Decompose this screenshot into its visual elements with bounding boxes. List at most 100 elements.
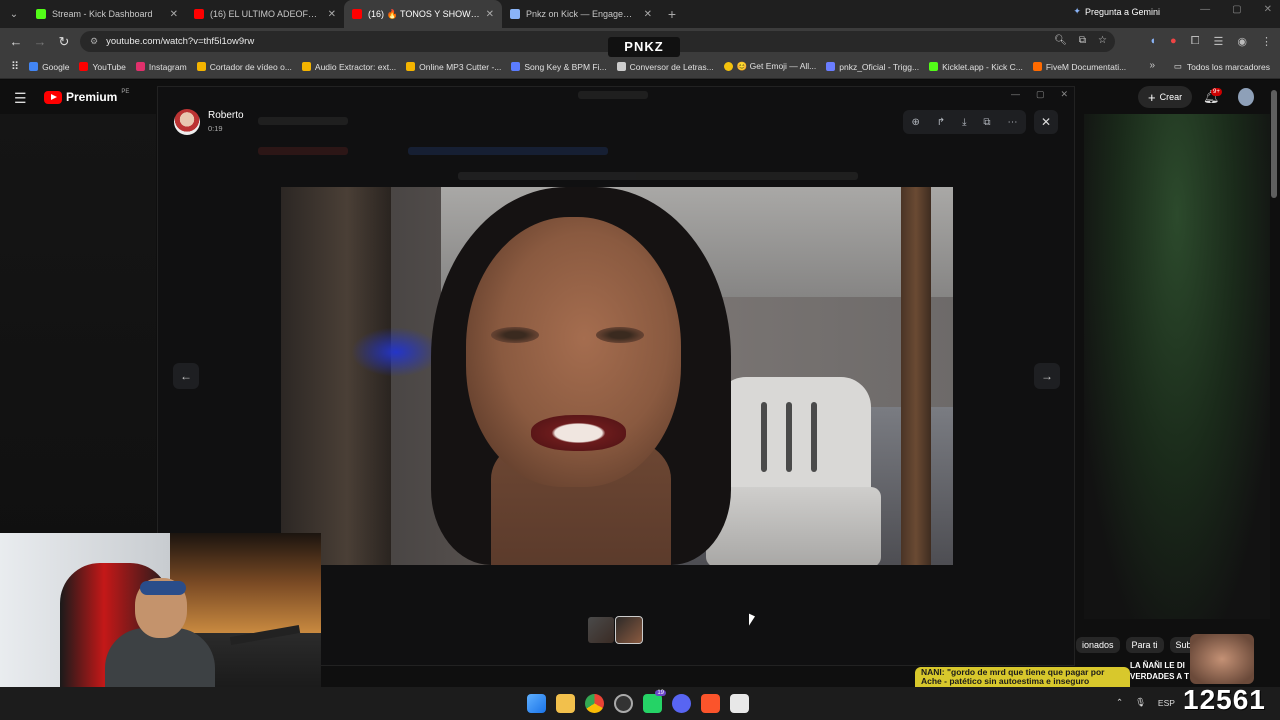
bookmark-google[interactable]: Google <box>24 62 74 72</box>
follower-count: 12561 <box>1183 684 1266 715</box>
site-info-icon[interactable]: ⚙ <box>90 36 98 47</box>
previous-image-button[interactable]: ← <box>173 363 199 389</box>
discord-icon[interactable] <box>672 694 691 713</box>
side-video-area <box>1084 114 1270 619</box>
microphone-icon[interactable]: 🎙︎ <box>1135 697 1146 708</box>
all-bookmarks[interactable]: ▭ Todos los marcadores <box>1174 61 1270 72</box>
recommendation-chips: ionados Para ti Subid <box>1076 637 1205 653</box>
chip[interactable]: ionados <box>1076 637 1120 653</box>
bookmark-audio-extractor[interactable]: Audio Extractor: ext... <box>297 62 401 72</box>
snipping-tool-icon[interactable] <box>730 694 749 713</box>
thumbnail-selected[interactable] <box>615 616 643 644</box>
windows-start-icon[interactable] <box>527 694 546 713</box>
obs-icon[interactable] <box>614 694 633 713</box>
minimize-icon[interactable]: — <box>1011 89 1020 100</box>
close-tab-icon[interactable]: ✕ <box>170 9 178 20</box>
app-icon <box>406 62 416 71</box>
bookmark-pnkz[interactable]: pnkz_Oficial - Trigg... <box>821 62 924 72</box>
chevron-up-icon[interactable]: ⌃ <box>1116 697 1123 708</box>
close-icon[interactable]: ✕ <box>1061 89 1069 100</box>
extension-icon[interactable]: ◖ <box>1149 35 1156 48</box>
bookmark-video-cutter[interactable]: Cortador de vídeo o... <box>192 62 297 72</box>
apps-icon[interactable]: ⠿ <box>6 60 24 73</box>
cast-icon[interactable]: ⧉ <box>1079 35 1086 46</box>
author-name[interactable]: Roberto <box>208 110 244 121</box>
tab-kick-dashboard[interactable]: Stream - Kick Dashboard ✕ <box>28 0 186 28</box>
plastic-chair <box>706 377 881 565</box>
hamburger-menu-icon[interactable]: ☰ <box>14 90 27 107</box>
maximize-icon[interactable]: ▢ <box>1036 89 1045 100</box>
bookmark-conversor[interactable]: Conversor de Letras... <box>612 62 719 72</box>
forward-icon[interactable]: → <box>28 34 52 49</box>
more-bookmarks-icon[interactable]: » <box>1149 60 1155 71</box>
thumbnail[interactable] <box>588 617 614 643</box>
kebab-menu-icon[interactable]: ⋮ <box>1261 35 1272 48</box>
gemini-button[interactable]: ✦ Pregunta a Gemini <box>1073 6 1160 17</box>
language-indicator[interactable]: ESP <box>1158 698 1175 708</box>
bookmark-get-emoji[interactable]: 😊 Get Emoji — All... <box>719 61 822 72</box>
kicklet-icon <box>929 62 939 71</box>
scrollbar[interactable] <box>1271 90 1277 198</box>
minimize-icon[interactable]: — <box>1200 4 1210 15</box>
mouse-cursor <box>749 613 755 629</box>
tab-pnkz-kick[interactable]: Pnkz on Kick — Engagement A ✕ <box>502 0 660 28</box>
reload-icon[interactable]: ↻ <box>52 34 76 50</box>
chip[interactable]: Para ti <box>1125 637 1164 653</box>
address-bar[interactable]: ⚙ youtube.com/watch?v=thf5i1ow9rw 🔍︎ ⧉ ☆ <box>80 31 1115 52</box>
maximize-icon[interactable]: ▢ <box>1232 4 1241 15</box>
tab-youtube-1[interactable]: (16) EL ULTIMO ADEOFF 👤 - P ✕ <box>186 0 344 28</box>
timestamp: 0:19 <box>208 124 223 133</box>
bookmark-mp3-cutter[interactable]: Online MP3 Cutter -... <box>401 62 506 72</box>
open-external-icon[interactable]: ⧉ <box>983 117 990 128</box>
extension-icon[interactable]: ● <box>1170 35 1177 48</box>
more-icon[interactable]: ⋯ <box>1007 117 1017 128</box>
avatar[interactable] <box>174 109 200 135</box>
youtube-icon <box>79 62 89 71</box>
modal-window-controls: — ▢ ✕ <box>1011 89 1068 100</box>
bookmarks-bar: ⠿ Google YouTube Instagram Cortador de v… <box>0 55 1280 79</box>
tab-search-icon[interactable]: ⌄ <box>0 0 28 28</box>
close-tab-icon[interactable]: ✕ <box>644 9 652 20</box>
gemini-icon: ✦ <box>1073 6 1081 16</box>
app-icon <box>826 62 836 71</box>
puzzle-icon[interactable]: ⧠ <box>1191 35 1200 48</box>
system-tray: ⌃ 🎙︎ ESP <box>1116 697 1175 708</box>
close-tab-icon[interactable]: ✕ <box>328 9 336 20</box>
extensions-area: ◖ ● ⧠ ☰ ◉ ⋮ <box>1149 35 1272 48</box>
create-button[interactable]: + Crear <box>1138 86 1193 108</box>
zoom-icon[interactable]: 🔍︎ <box>1054 35 1067 46</box>
brave-icon[interactable] <box>701 694 720 713</box>
screen: ⌄ Stream - Kick Dashboard ✕ (16) EL ULTI… <box>0 0 1280 720</box>
bookmark-song-key[interactable]: Song Key & BPM Fi... <box>506 62 611 72</box>
tab-youtube-active[interactable]: (16) 🔥 TONOS Y SHOW 🔥 SID ✕ <box>344 0 502 28</box>
folder-icon: ▭ <box>1173 61 1182 71</box>
zoom-in-icon[interactable]: ⊕ <box>911 117 919 128</box>
profile-icon[interactable]: ◉ <box>1237 35 1247 48</box>
left-panel <box>0 114 156 574</box>
back-icon[interactable]: ← <box>4 34 28 49</box>
youtube-logo[interactable]: Premium PE <box>44 89 129 104</box>
bookmark-fivem[interactable]: FiveM Documentati... <box>1028 62 1131 72</box>
chrome-icon[interactable] <box>585 694 604 713</box>
whatsapp-icon[interactable]: 19 <box>643 690 666 713</box>
next-image-button[interactable]: → <box>1034 363 1060 389</box>
download-icon[interactable]: ⤓ <box>962 117 966 128</box>
file-explorer-icon[interactable] <box>556 694 575 713</box>
forward-icon[interactable]: ↱ <box>937 117 945 128</box>
close-viewer-button[interactable]: ✕ <box>1034 110 1058 134</box>
window-controls: — ▢ ✕ <box>1200 4 1272 15</box>
bookmark-youtube[interactable]: YouTube <box>74 62 130 72</box>
youtube-play-icon <box>44 90 62 104</box>
close-icon[interactable]: ✕ <box>1264 4 1272 15</box>
thumbnail-strip <box>588 616 643 644</box>
close-tab-icon[interactable]: ✕ <box>486 9 494 20</box>
bookmark-star-icon[interactable]: ☆ <box>1098 35 1107 46</box>
bookmark-instagram[interactable]: Instagram <box>131 62 192 72</box>
reaction-sticker <box>1190 634 1254 684</box>
avatar[interactable] <box>1238 88 1254 106</box>
bookmark-kicklet[interactable]: Kicklet.app - Kick C... <box>924 62 1028 72</box>
media-icon[interactable]: ☰ <box>1214 35 1224 48</box>
new-tab-button[interactable]: + <box>660 6 684 22</box>
fivem-icon <box>1032 62 1042 71</box>
text-icon <box>616 62 626 71</box>
